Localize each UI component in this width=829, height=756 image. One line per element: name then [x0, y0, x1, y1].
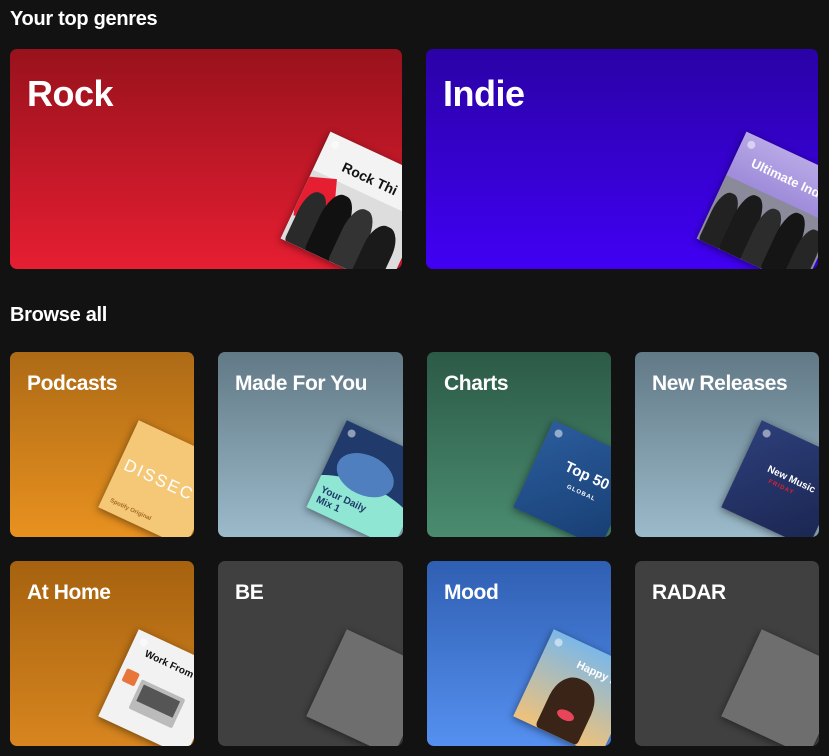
work-from-home-cover-image: Work From Ho [98, 629, 194, 746]
spotify-logo-icon [553, 637, 564, 648]
cover-title: Work From Ho [142, 648, 194, 688]
browse-card-mood[interactable]: Mood Happy Hits [427, 561, 611, 746]
browse-card-charts[interactable]: Charts Top 50 GLOBAL [427, 352, 611, 537]
happy-hits-cover-image: Happy Hits [513, 629, 611, 746]
spotify-logo-icon [553, 428, 564, 439]
browse-card-label: BE [235, 581, 264, 604]
browse-card-label: Podcasts [27, 372, 118, 395]
cover-title: DISSECT [120, 455, 194, 510]
spotify-logo-icon [138, 637, 149, 648]
browse-card-new-releases[interactable]: New Releases New Music FRIDAY [635, 352, 819, 537]
spotify-logo-icon [329, 139, 341, 151]
genre-card-label: Rock [27, 73, 114, 114]
genre-card-label: Indie [443, 73, 525, 114]
browse-card-label: Mood [444, 581, 499, 604]
genre-card-rock[interactable]: Rock Rock Thi [10, 49, 402, 269]
rock-this-cover-image: Rock Thi [280, 131, 402, 269]
daily-mix-cover-image: Your Daily Mix 1 [306, 420, 403, 537]
ultimate-indie-cover-image: Ultimate Indi [696, 131, 818, 269]
spotify-logo-icon [346, 428, 357, 439]
browse-card-label: Charts [444, 372, 509, 395]
browse-card-radar[interactable]: RADAR [635, 561, 819, 746]
browse-card-label: At Home [27, 581, 111, 604]
new-music-friday-cover-image: New Music FRIDAY [721, 420, 819, 537]
spotify-logo-icon [745, 139, 757, 151]
placeholder-cover-image [306, 629, 403, 746]
browse-card-be[interactable]: BE [218, 561, 403, 746]
browse-card-label: Made For You [235, 372, 368, 395]
browse-all-heading: Browse all [10, 304, 108, 326]
top-50-cover-image: Top 50 GLOBAL [513, 420, 611, 537]
laptop-photo [128, 679, 186, 729]
genre-card-indie[interactable]: Indie Ultimate Indi [426, 49, 818, 269]
browse-card-podcasts[interactable]: Podcasts DISSECT Spotify Original [10, 352, 194, 537]
spotify-logo-icon [761, 428, 772, 439]
cover-subtitle: Spotify Original [108, 497, 152, 523]
browse-card-label: RADAR [652, 581, 726, 604]
placeholder-cover-image [721, 629, 819, 746]
browse-card-label: New Releases [652, 372, 788, 395]
browse-card-at-home[interactable]: At Home Work From Ho [10, 561, 194, 746]
top-genres-heading: Your top genres [10, 8, 158, 30]
singer-photo [534, 670, 603, 746]
dissect-cover-image: DISSECT Spotify Original [98, 420, 194, 537]
browse-card-made-for-you[interactable]: Made For You Your Daily Mix 1 [218, 352, 403, 537]
